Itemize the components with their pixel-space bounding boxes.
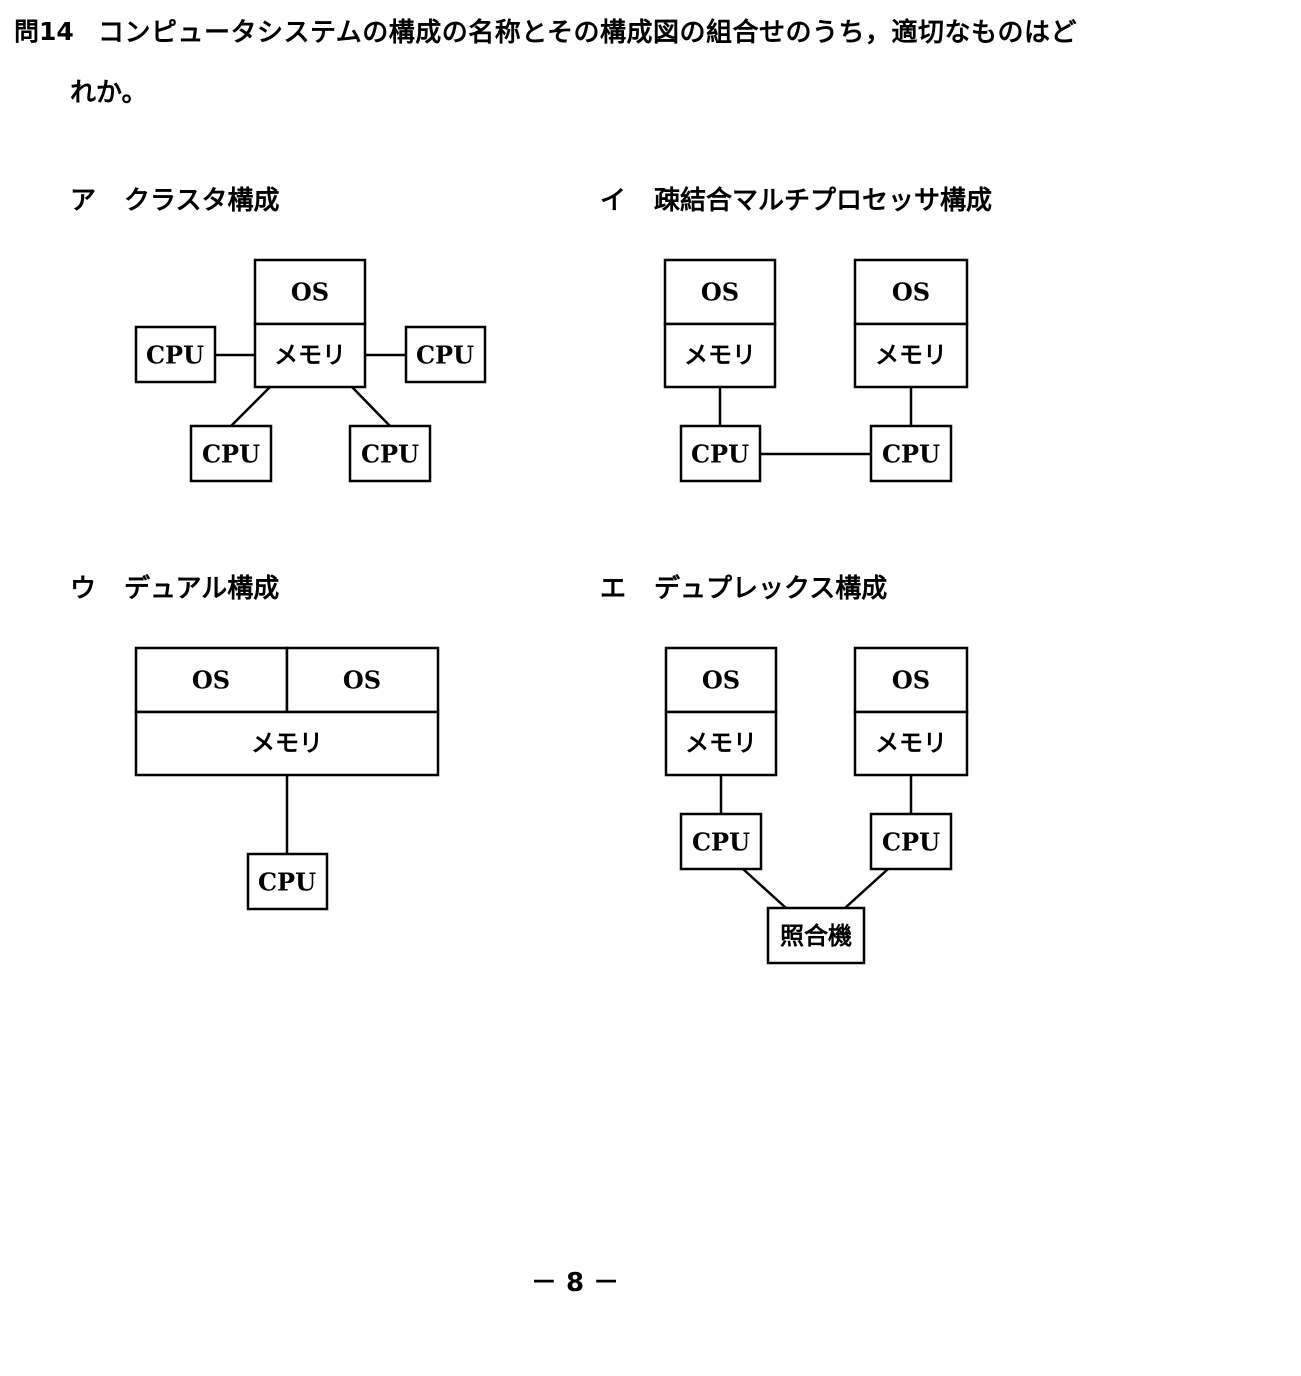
os-label: OS bbox=[291, 278, 329, 307]
comparator-label: 照合機 bbox=[780, 922, 852, 950]
diagram-cluster: OS メモリ CPU CPU CPU CPU bbox=[134, 258, 487, 483]
cpu-label: CPU bbox=[202, 440, 260, 469]
cpu-label: CPU bbox=[361, 440, 419, 469]
cpu-label: CPU bbox=[691, 440, 749, 469]
diagram-duplex: OS メモリ CPU OS メモリ CPU 照合機 bbox=[664, 646, 969, 965]
cpu-label: CPU bbox=[882, 440, 940, 469]
diagrams: OS メモリ CPU CPU CPU CPU OS メモリ CPU OS メモリ… bbox=[134, 258, 969, 965]
connector-line bbox=[230, 386, 271, 427]
diagram-dual: OS OS メモリ CPU bbox=[134, 646, 440, 911]
connector-line bbox=[844, 868, 889, 909]
os-label: OS bbox=[892, 278, 930, 307]
cpu-label: CPU bbox=[146, 341, 204, 370]
os-label: OS bbox=[892, 666, 930, 695]
memory-label: メモリ bbox=[251, 729, 323, 757]
page-number: － 8 － bbox=[530, 1268, 620, 1298]
memory-label: メモリ bbox=[685, 729, 757, 757]
os-label: OS bbox=[701, 278, 739, 307]
memory-label: メモリ bbox=[875, 729, 947, 757]
os-label: OS bbox=[702, 666, 740, 695]
os-label: OS bbox=[343, 666, 381, 695]
diagram-loosely-coupled: OS メモリ CPU OS メモリ CPU bbox=[663, 258, 969, 483]
memory-label: メモリ bbox=[274, 341, 346, 369]
cpu-label: CPU bbox=[882, 828, 940, 857]
connector-line bbox=[742, 868, 787, 909]
connector-line bbox=[351, 386, 391, 427]
memory-label: メモリ bbox=[684, 341, 756, 369]
cpu-label: CPU bbox=[692, 828, 750, 857]
memory-label: メモリ bbox=[875, 341, 947, 369]
cpu-label: CPU bbox=[258, 868, 316, 897]
cpu-label: CPU bbox=[416, 341, 474, 370]
os-label: OS bbox=[192, 666, 230, 695]
